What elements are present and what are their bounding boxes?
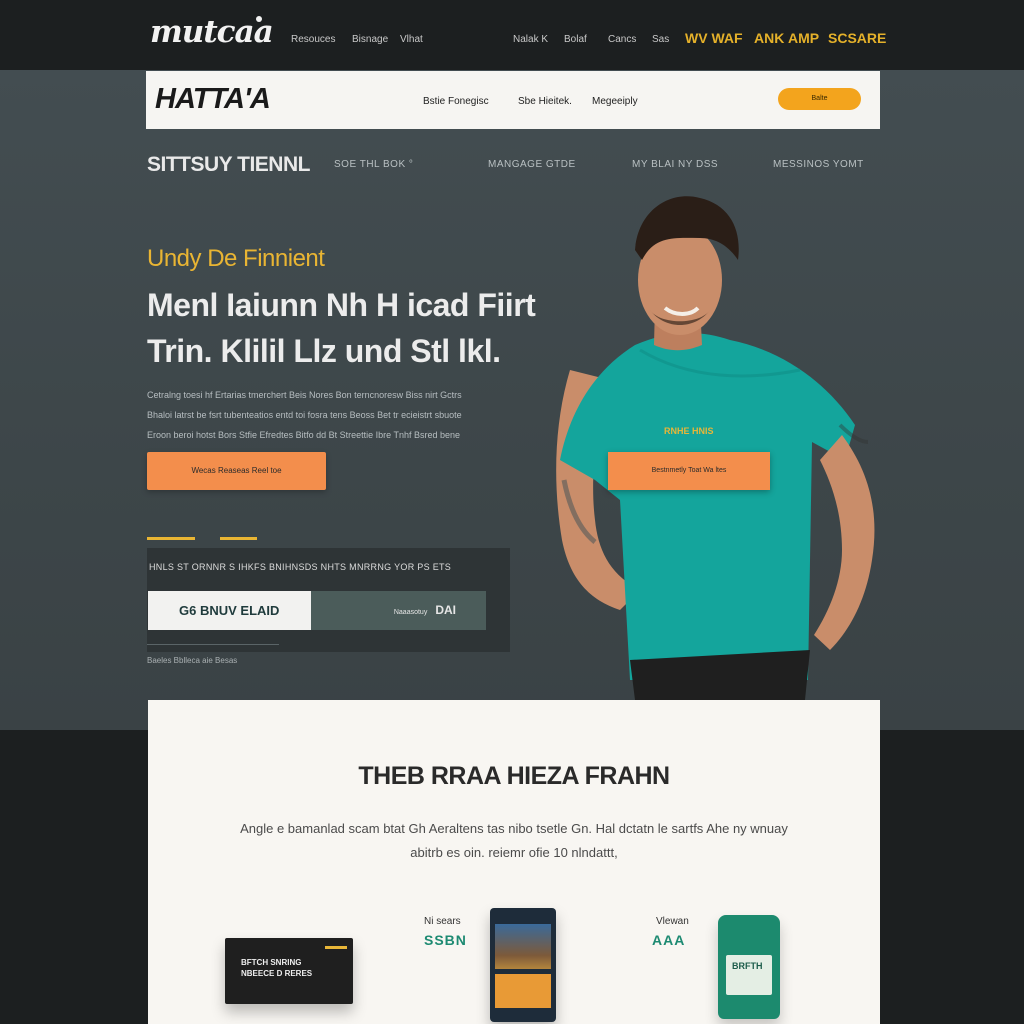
product-box[interactable]: BFTCH SNRING NBEECE D RERES bbox=[225, 938, 353, 1004]
product-3-label: Vlewan bbox=[656, 916, 689, 927]
top-accent-link-4[interactable]: SCSARE bbox=[828, 30, 886, 46]
top-nav-link-6[interactable]: Cancs bbox=[608, 34, 636, 45]
canister-label bbox=[495, 974, 551, 1008]
footnote-underline bbox=[147, 644, 279, 645]
nav-cta-button[interactable]: Balte bbox=[778, 88, 861, 110]
top-nav-link-5[interactable]: Bolaf bbox=[564, 34, 587, 45]
divider-dash bbox=[220, 537, 257, 540]
nav-brand[interactable]: HATTA'A bbox=[155, 83, 271, 116]
hero-cta-button[interactable]: Wecas Reaseas Reel toe bbox=[147, 452, 326, 490]
runner-image bbox=[556, 196, 875, 700]
shirt-text: RNHE HNIS bbox=[664, 426, 714, 436]
subnav-item-1[interactable]: SOE THL BOK ° bbox=[334, 159, 413, 170]
top-accent-link-2[interactable]: ANK bbox=[754, 30, 784, 46]
subnav-item-2[interactable]: MANGAGE GTDE bbox=[488, 159, 576, 170]
subnav-item-3[interactable]: MY BLAI NY DSS bbox=[632, 159, 718, 170]
product-box-line-2: NBEECE D RERES bbox=[241, 969, 313, 978]
runner-overlay-button[interactable]: Bestnmetly Toat Wa ltes bbox=[608, 452, 770, 490]
site-logo[interactable]: mutcaa bbox=[150, 14, 274, 50]
box-stripe bbox=[325, 946, 347, 949]
hero-body-line-3: Eroon beroi hotst Bors Stfie Efredtes Bi… bbox=[147, 430, 461, 440]
nav-item-2[interactable]: Sbe Hieitek. bbox=[518, 96, 572, 107]
product-canister[interactable] bbox=[490, 908, 556, 1022]
subscribe-button-label: Naaasotuy bbox=[393, 609, 428, 616]
top-accent-link-3[interactable]: AMP bbox=[788, 30, 819, 46]
hero-headline-line-1: Menl Iaiunn Nh H icad Fiirt bbox=[147, 287, 536, 323]
top-nav-link-3[interactable]: Vlhat bbox=[400, 34, 423, 45]
top-nav-link-7[interactable]: Sas bbox=[652, 34, 669, 45]
hero-body-line-1: Cetralng toesi hf Ertarias tmerchert Bei… bbox=[147, 390, 462, 400]
divider-dash bbox=[147, 537, 195, 540]
top-bar: mutcaa Resouces Bisnage Vlhat Nalak K Bo… bbox=[0, 0, 1024, 70]
section-title: SITTSUY TIENNL bbox=[147, 153, 310, 176]
subnav-item-4[interactable]: MESSINOS YOMT bbox=[773, 159, 864, 170]
subscribe-title: HNLS ST ORNNR S IHKFS BNIHNSDS NHTS MNRR… bbox=[149, 562, 452, 572]
product-box-line-1: BFTCH SNRING bbox=[241, 958, 302, 967]
subscribe-button[interactable]: Naaasotuy DAI bbox=[311, 591, 486, 630]
hero-headline-line-2: Trin. Klilil Llz und Stl lkl. bbox=[147, 333, 501, 369]
hero-eyebrow: Undy De Finnient bbox=[147, 245, 325, 272]
product-2-label: Ni sears bbox=[424, 916, 461, 927]
hero-footnote[interactable]: Baeles Bblleca aie Besas bbox=[147, 656, 237, 665]
logo-mark-icon bbox=[256, 16, 262, 22]
tub-label-text: BRFTH bbox=[732, 961, 763, 971]
card-description-line-1: Angle e bamanlad scam btat Gh Aeraltens … bbox=[240, 821, 788, 836]
nav-item-3[interactable]: Megeeiply bbox=[592, 96, 638, 107]
subscribe-input[interactable]: G6 BNUV ELAID bbox=[148, 591, 311, 630]
top-nav-link-1[interactable]: Resouces bbox=[291, 34, 335, 45]
main-nav-card: HATTA'A Bstie Fonegisc Sbe Hieitek. Mege… bbox=[146, 71, 880, 129]
canister-image bbox=[495, 924, 551, 969]
product-3-price: AAA bbox=[652, 932, 686, 948]
top-nav-link-4[interactable]: Nalak K bbox=[513, 34, 548, 45]
hero-body-line-2: Bhaloi latrst be fsrt tubenteatios entd … bbox=[147, 410, 462, 420]
nav-item-1[interactable]: Bstie Fonegisc bbox=[423, 96, 489, 107]
product-tub[interactable]: BRFTH bbox=[718, 915, 780, 1019]
subscribe-box: HNLS ST ORNNR S IHKFS BNIHNSDS NHTS MNRR… bbox=[147, 548, 510, 652]
card-title: THEB RRAA HIEZA FRAHN bbox=[358, 762, 670, 790]
subscribe-button-tag: DAI bbox=[435, 603, 456, 617]
product-2-price: SSBN bbox=[424, 932, 467, 948]
top-accent-link-1[interactable]: WV WAF bbox=[685, 30, 743, 46]
card-description-line-2: abitrb es oin. reiemr ofie 10 nlndattt, bbox=[410, 845, 618, 860]
top-nav-link-2[interactable]: Bisnage bbox=[352, 34, 388, 45]
